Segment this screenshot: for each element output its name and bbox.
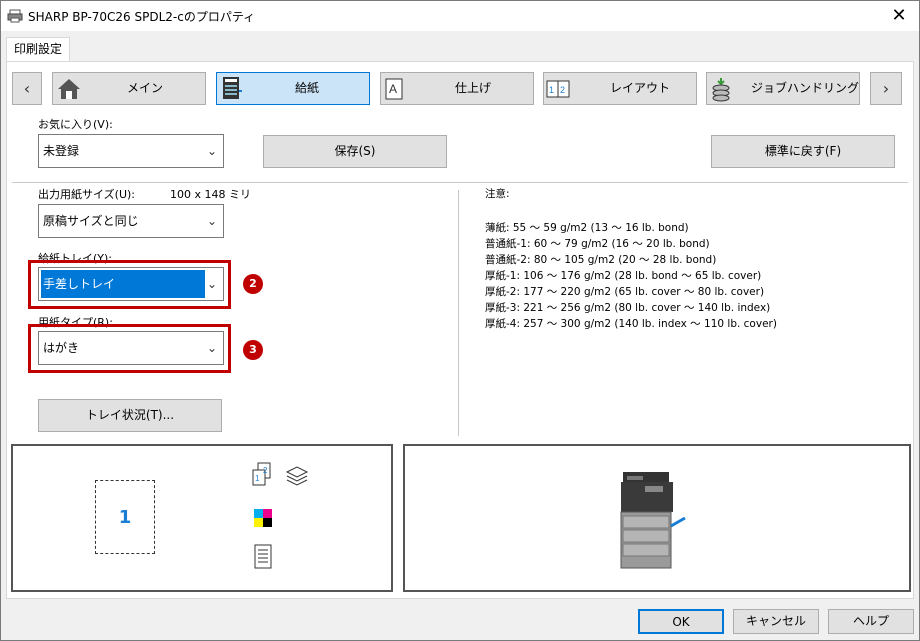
paper-tray-value: 手差しトレイ	[43, 277, 116, 291]
favorites-value: 未登録	[43, 144, 80, 158]
chevron-down-icon: ⌄	[206, 277, 217, 291]
printer-tray-icon	[223, 77, 242, 99]
note-line: 普通紙-2: 80 〜 105 g/m2 (20 〜 28 lb. bond)	[485, 254, 717, 266]
section-divider	[12, 182, 908, 183]
window-title: SHARP BP-70C26 SPDL2-cのプロパティ	[28, 10, 256, 24]
paper-size-readout: 100 x 148 ミリ	[170, 188, 251, 201]
note-line: 厚紙-2: 177 〜 220 g/m2 (65 lb. cover 〜 80 …	[485, 286, 765, 298]
help-button[interactable]: ヘルプ	[828, 609, 914, 634]
job-stack-icon	[712, 78, 730, 102]
paper-size-value: 原稿サイズと同じ	[43, 214, 139, 228]
notes-heading: 注意:	[485, 188, 510, 200]
note-line: 厚紙-1: 106 〜 176 g/m2 (28 lb. bond 〜 65 l…	[485, 270, 762, 282]
chevron-down-icon: ⌄	[206, 214, 217, 228]
paper-size-select[interactable]: 原稿サイズと同じ ⌄	[38, 204, 224, 238]
nav-tab-finishing-label: 仕上げ	[455, 81, 492, 95]
nav-next-button[interactable]: ›	[870, 72, 902, 105]
nav-tab-layout-label: レイアウト	[610, 81, 671, 95]
chevron-down-icon: ⌄	[206, 144, 217, 158]
home-icon	[58, 79, 80, 99]
favorites-label: お気に入り(V):	[38, 118, 113, 131]
svg-text:2: 2	[263, 466, 268, 475]
document-preview: 1 1 2	[11, 444, 393, 592]
svg-text:1: 1	[549, 85, 554, 95]
favorites-select[interactable]: 未登録 ⌄	[38, 134, 224, 168]
color-mode-icon	[254, 509, 272, 527]
notes-list: 薄紙: 55 〜 59 g/m2 (13 〜 16 lb. bond) 普通紙-…	[485, 220, 777, 332]
svg-text:1: 1	[255, 474, 260, 483]
close-button[interactable]: ✕	[884, 4, 914, 28]
restore-defaults-button[interactable]: 標準に戻す(F)	[711, 135, 895, 168]
nav-prev-button[interactable]: ‹	[12, 72, 42, 105]
printer-machine-icon	[620, 472, 686, 569]
paper-type-select[interactable]: はがき ⌄	[38, 331, 224, 365]
layout-12-icon: 1 2	[546, 80, 570, 98]
step-badge-2: 2	[243, 274, 263, 294]
nav-tab-paper-source[interactable]: 給紙	[216, 72, 370, 105]
page-preview: 1	[95, 480, 155, 554]
duplex-pages-icon: 1 2	[252, 462, 271, 486]
printer-icon	[7, 9, 23, 23]
save-favorite-button[interactable]: 保存(S)	[263, 135, 447, 168]
note-line: 厚紙-4: 257 〜 300 g/m2 (140 lb. index 〜 11…	[485, 318, 777, 330]
step-badge-3: 3	[243, 340, 263, 360]
paper-type-value: はがき	[43, 341, 80, 355]
nav-tab-main[interactable]: メイン	[52, 72, 206, 105]
nav-tab-layout[interactable]: 1 2 レイアウト	[543, 72, 697, 105]
tray-status-button[interactable]: トレイ状況(T)...	[38, 399, 222, 432]
svg-text:A: A	[389, 82, 397, 96]
printer-preview	[403, 444, 911, 592]
nav-tab-main-label: メイン	[127, 81, 164, 95]
note-line: 薄紙: 55 〜 59 g/m2 (13 〜 16 lb. bond)	[485, 222, 689, 234]
nav-tab-finishing[interactable]: A 仕上げ	[380, 72, 534, 105]
nav-tab-paper-source-label: 給紙	[295, 81, 320, 95]
note-line: 厚紙-3: 221 〜 256 g/m2 (80 lb. cover 〜 140…	[485, 302, 771, 314]
column-divider	[458, 190, 459, 436]
page-number: 1	[118, 507, 132, 528]
ok-button[interactable]: OK	[638, 609, 724, 634]
tab-print-settings[interactable]: 印刷設定	[6, 37, 70, 61]
svg-text:2: 2	[560, 85, 565, 95]
nav-tab-job-handling[interactable]: ジョブハンドリング	[706, 72, 860, 105]
finishing-a-icon: A	[385, 78, 403, 100]
cancel-button[interactable]: キャンセル	[733, 609, 819, 634]
note-line: 普通紙-1: 60 〜 79 g/m2 (16 〜 20 lb. bond)	[485, 238, 710, 250]
nav-tab-job-handling-label: ジョブハンドリング	[751, 81, 860, 95]
stack-icon	[285, 466, 309, 486]
paper-size-label: 出力用紙サイズ(U):	[38, 188, 136, 201]
paper-tray-select[interactable]: 手差しトレイ ⌄	[38, 267, 224, 301]
paper-type-icon	[254, 544, 272, 569]
chevron-down-icon: ⌄	[206, 341, 217, 355]
